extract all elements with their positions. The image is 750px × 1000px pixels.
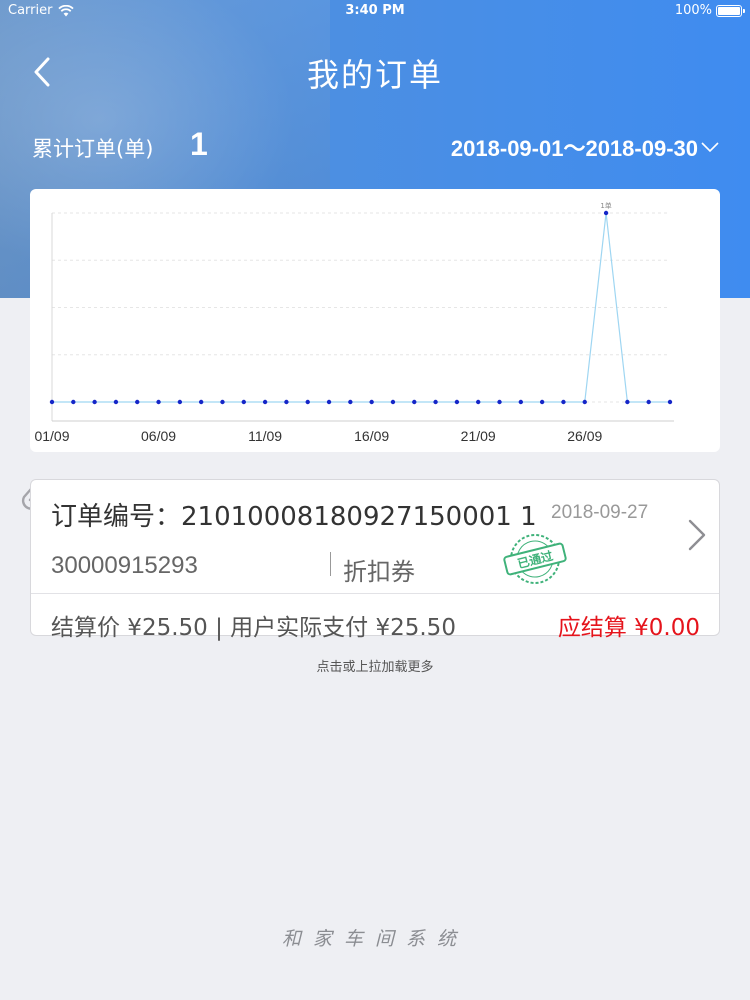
clock: 3:40 PM	[345, 3, 405, 18]
data-label: 1单	[600, 201, 611, 210]
divider	[330, 552, 331, 576]
x-tick-label: 21/09	[461, 428, 496, 444]
data-point	[390, 399, 396, 405]
battery: 100%	[674, 3, 745, 18]
load-more-button[interactable]: 点击或上拉加载更多	[0, 656, 750, 675]
x-tick-label: 26/09	[567, 428, 602, 444]
chevron-right-icon	[688, 519, 706, 551]
x-tick-label: 06/09	[141, 428, 176, 444]
divider	[31, 593, 719, 594]
page-title: 我的订单	[306, 56, 443, 94]
x-tick-label: 16/09	[354, 428, 389, 444]
x-tick-label: 01/09	[34, 428, 69, 444]
data-point	[71, 399, 76, 405]
data-point	[220, 399, 225, 405]
data-point	[198, 399, 204, 405]
data-point	[433, 399, 438, 405]
data-point	[369, 399, 374, 405]
data-point	[49, 399, 55, 405]
data-point	[603, 210, 609, 216]
settlement-info: 结算价 ¥25.50 | 用户实际支付 ¥25.50	[51, 615, 456, 641]
data-point	[92, 399, 97, 405]
data-point	[284, 399, 289, 405]
order-summary: 累计订单(单) 1 2018-09-01～2018-09-30	[0, 124, 750, 168]
merchant-code: 30000915293	[51, 552, 198, 579]
data-point	[561, 399, 566, 405]
data-point	[625, 399, 630, 405]
battery-percent: 100%	[674, 3, 712, 18]
approved-stamp: 已通过	[503, 534, 567, 584]
amount-due: 应结算 ¥0.00	[557, 615, 700, 641]
orders-line-chart: 1单 01/09 06/09 11/09 16/09 21/09 26/09	[34, 201, 674, 444]
coupon-type: 折扣券	[343, 558, 415, 586]
data-point	[241, 399, 246, 405]
order-date: 2018-09-27	[551, 502, 649, 523]
navigation-bar: 我的订单	[0, 40, 750, 104]
order-card[interactable]: 订单编号：21010008180927150001 1 2018-09-27 3…	[30, 479, 720, 641]
data-point	[454, 399, 460, 405]
x-tick-label: 11/09	[248, 428, 282, 444]
data-point	[518, 399, 524, 405]
data-point	[539, 399, 545, 405]
data-point	[326, 399, 332, 405]
brand-watermark: 和家车间系统	[281, 928, 468, 950]
total-orders-count: 1	[190, 126, 208, 162]
data-point	[348, 399, 353, 405]
data-point	[135, 399, 140, 405]
data-point	[476, 399, 481, 405]
order-number: 订单编号：21010008180927150001 1	[51, 502, 537, 532]
data-point	[497, 399, 502, 405]
data-point	[646, 399, 651, 405]
date-range-selector[interactable]: 2018-09-01～2018-09-30	[451, 131, 720, 163]
data-point	[305, 399, 310, 405]
data-point	[156, 399, 161, 405]
battery-icon	[716, 4, 745, 17]
data-point	[177, 399, 183, 405]
data-point	[113, 399, 119, 405]
data-point	[262, 399, 268, 405]
date-range-text: 2018-09-01～2018-09-30	[450, 136, 698, 161]
chevron-down-icon	[701, 142, 719, 153]
data-point	[667, 399, 673, 405]
data-point	[412, 399, 417, 405]
orders-chart: 1单 01/09 06/09 11/09 16/09 21/09 26/09	[30, 189, 720, 452]
total-orders-label: 累计订单(单)	[32, 137, 154, 161]
status-bar: Carrier 3:40 PM 100%	[0, 0, 750, 22]
data-point	[582, 399, 587, 405]
